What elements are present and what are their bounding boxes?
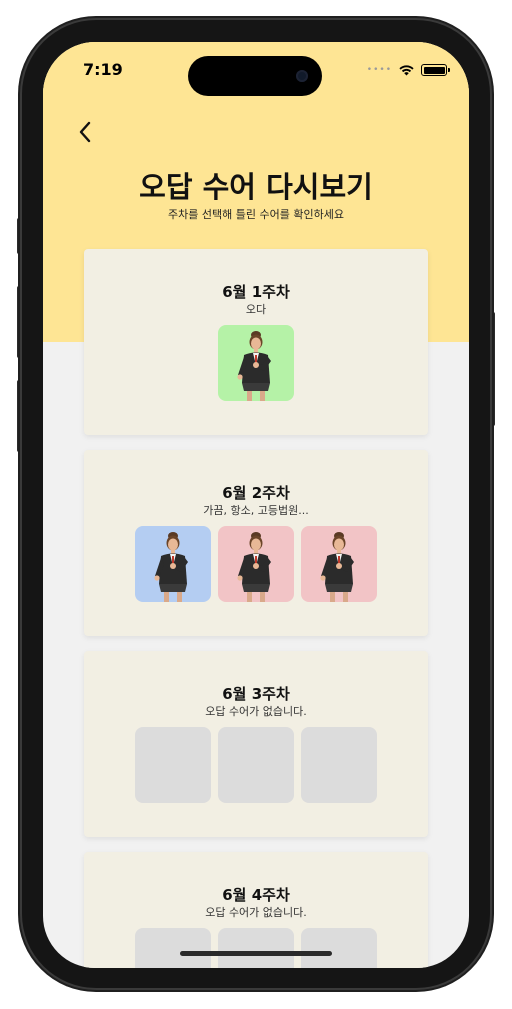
empty-thumbnail: [301, 928, 377, 968]
battery-icon: [421, 64, 450, 76]
home-indicator[interactable]: [180, 951, 332, 956]
sign-thumbnail-row: [218, 325, 294, 401]
cellular-signal-icon: ••••: [366, 65, 392, 75]
front-camera-icon: [296, 70, 308, 82]
page-subtitle: 주차를 선택해 틀린 수어를 확인하세요: [168, 208, 344, 221]
wifi-icon: [399, 65, 414, 76]
sign-thumbnail-row: [135, 727, 377, 803]
week-card[interactable]: 6월 2주차가끔, 항소, 고등법원...: [84, 450, 428, 636]
week-title: 6월 3주차: [222, 685, 290, 703]
sign-thumbnail-row: [135, 526, 377, 602]
empty-thumbnail: [301, 727, 377, 803]
empty-thumbnail: [135, 928, 211, 968]
page-title: 오답 수어 다시보기: [139, 170, 373, 204]
week-title: 6월 4주차: [222, 886, 290, 904]
avatar-sign-pose-icon: [237, 331, 271, 401]
sign-video-thumbnail[interactable]: [218, 526, 294, 602]
week-card[interactable]: 6월 3주차오답 수어가 없습니다.: [84, 651, 428, 837]
avatar-sign-pose-icon: [320, 532, 354, 602]
week-title: 6월 2주차: [222, 484, 290, 502]
status-time: 7:19: [83, 60, 123, 79]
avatar-sign-pose-icon: [154, 532, 188, 602]
empty-thumbnail: [218, 928, 294, 968]
chevron-left-icon: [79, 121, 91, 143]
empty-thumbnail: [135, 727, 211, 803]
sign-video-thumbnail[interactable]: [135, 526, 211, 602]
week-list: 6월 1주차 오다 6월 2주차 가끔, 항소, 고등법원... 6월 3주차 …: [84, 249, 428, 968]
avatar-sign-pose-icon: [237, 532, 271, 602]
week-words: 가끔, 항소, 고등법원...: [203, 504, 309, 517]
status-indicators: ••••: [366, 64, 450, 76]
sign-video-thumbnail[interactable]: [301, 526, 377, 602]
back-button[interactable]: [71, 118, 99, 146]
sign-video-thumbnail[interactable]: [218, 325, 294, 401]
dynamic-island: [188, 56, 322, 96]
week-words: 오답 수어가 없습니다.: [205, 705, 307, 718]
app-screen: 7:19 •••• 오답 수어 다시보기 주차를 선택해 틀린 수어를 확인하세…: [43, 42, 469, 968]
week-words: 오답 수어가 없습니다.: [205, 906, 307, 919]
empty-thumbnail: [218, 727, 294, 803]
week-words: 오다: [245, 303, 267, 316]
week-card[interactable]: 6월 1주차오다: [84, 249, 428, 435]
week-title: 6월 1주차: [222, 283, 290, 301]
power-button: [490, 312, 495, 426]
sign-thumbnail-row: [135, 928, 377, 968]
